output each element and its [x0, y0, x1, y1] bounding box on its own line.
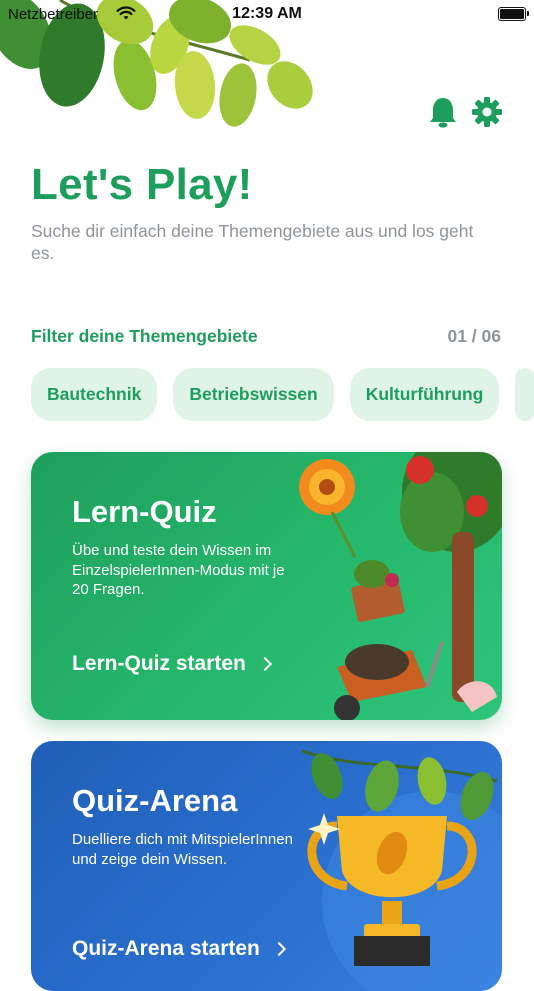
quiz-arena-card[interactable]: Quiz-Arena Duelliere dich mit Mitspieler…: [31, 741, 502, 991]
filter-label: Filter deine Themengebiete: [31, 326, 258, 346]
page-subtitle: Suche dir einfach deine Themengebiete au…: [31, 221, 474, 263]
chip-betriebswissen[interactable]: Betriebswissen: [173, 368, 334, 421]
chip-partial[interactable]: [515, 368, 534, 421]
lern-quiz-description: Übe und teste dein Wissen im Einzelspiel…: [72, 542, 285, 598]
gear-icon[interactable]: [470, 95, 504, 129]
filter-count: 01 / 06: [447, 326, 501, 346]
quiz-arena-title: Quiz-Arena: [72, 783, 238, 818]
lern-quiz-card[interactable]: Lern-Quiz Übe und teste dein Wissen im E…: [31, 452, 502, 720]
status-bar: Netzbetreiber 12:39 AM: [0, 0, 534, 28]
chip-bautechnik[interactable]: Bautechnik: [31, 368, 158, 421]
bell-icon[interactable]: [426, 95, 460, 129]
lern-quiz-title: Lern-Quiz: [72, 494, 217, 529]
topic-chips: Bautechnik Betriebswissen Kulturführung: [31, 368, 534, 421]
chevron-right-icon: [257, 656, 272, 672]
chevron-right-icon: [271, 941, 286, 957]
lern-quiz-start-button[interactable]: Lern-Quiz starten: [72, 652, 272, 676]
quiz-arena-start-button[interactable]: Quiz-Arena starten: [72, 937, 286, 961]
quiz-arena-start-label: Quiz-Arena starten: [72, 937, 260, 960]
garden-illustration: [299, 452, 502, 720]
page-title: Let's Play!: [31, 160, 253, 209]
header-actions: [426, 95, 504, 129]
quiz-arena-description: Duelliere dich mit MitspielerInnen und z…: [72, 831, 293, 868]
status-time: 12:39 AM: [232, 5, 302, 22]
chip-kulturfuehrung[interactable]: Kulturführung: [349, 368, 500, 421]
lern-quiz-start-label: Lern-Quiz starten: [72, 652, 246, 675]
battery-icon: [498, 7, 529, 21]
trophy-illustration: [301, 749, 502, 991]
